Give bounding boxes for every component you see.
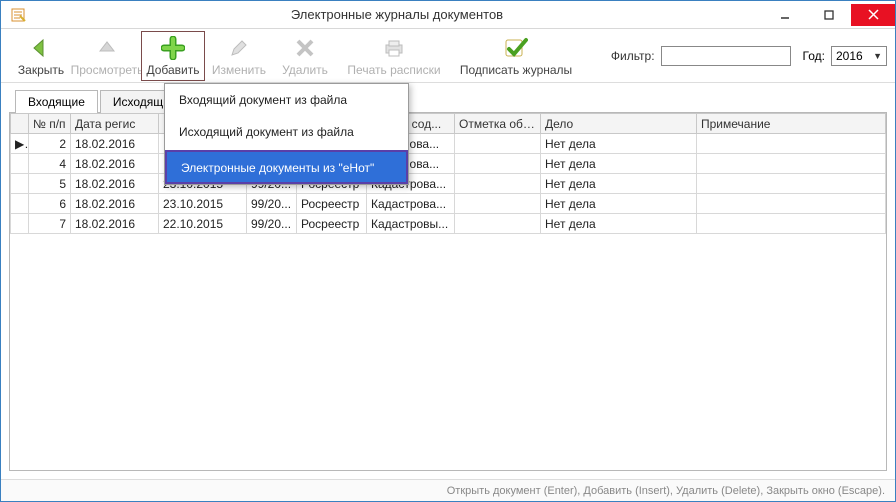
table-header-row: № п/п Дата регис раткое сод... Отметка о… <box>11 114 886 134</box>
add-button[interactable]: Добавить <box>141 31 205 81</box>
cell-note <box>697 214 886 234</box>
menu-item-incoming-from-file[interactable]: Входящий документ из файла <box>165 84 408 116</box>
cell-docdate: 22.10.2015 <box>159 214 247 234</box>
app-icon <box>7 7 31 23</box>
cell-regdate: 18.02.2016 <box>71 194 159 214</box>
cell-otm <box>455 154 541 174</box>
chevron-down-icon: ▼ <box>873 51 882 61</box>
cell-docdate: 23.10.2015 <box>159 194 247 214</box>
filter-label: Фильтр: <box>611 49 655 63</box>
table-row[interactable]: ▶218.02.2016адастрова...Нет дела <box>11 134 886 154</box>
cell-case: Нет дела <box>541 174 697 194</box>
cell-regdate: 18.02.2016 <box>71 134 159 154</box>
col-n[interactable]: № п/п <box>29 114 71 134</box>
delete-button: Удалить <box>273 31 337 81</box>
cell-note <box>697 154 886 174</box>
col-otm[interactable]: Отметка об ... <box>455 114 541 134</box>
row-marker <box>11 174 29 194</box>
cell-otm <box>455 174 541 194</box>
edit-label: Изменить <box>212 63 266 77</box>
row-marker: ▶ <box>11 134 29 154</box>
col-mark[interactable] <box>11 114 29 134</box>
table-row[interactable]: 718.02.201622.10.201599/20...РосреестрКа… <box>11 214 886 234</box>
table-row[interactable]: 418.02.2016адастрова...Нет дела <box>11 154 886 174</box>
toolbar: Закрыть Просмотреть Добавить Изменить Уд… <box>1 29 895 83</box>
cell-sender: Росреестр <box>297 194 367 214</box>
status-bar: Открыть документ (Enter), Добавить (Inse… <box>1 479 895 501</box>
cell-note <box>697 194 886 214</box>
menu-item-from-enot[interactable]: Электронные документы из "еНот" <box>165 150 408 184</box>
plus-icon <box>160 35 186 61</box>
print-button: Печать расписки <box>339 31 449 81</box>
title-bar: Электронные журналы документов <box>1 1 895 29</box>
filter-input[interactable] <box>661 46 791 66</box>
table-row[interactable]: 618.02.201623.10.201599/20...РосреестрКа… <box>11 194 886 214</box>
close-button[interactable]: Закрыть <box>9 31 73 81</box>
year-label: Год: <box>803 49 825 63</box>
cell-regdate: 18.02.2016 <box>71 174 159 194</box>
arrow-left-icon <box>28 35 54 61</box>
col-case[interactable]: Дело <box>541 114 697 134</box>
row-marker <box>11 214 29 234</box>
cell-num: 99/20... <box>247 194 297 214</box>
add-menu: Входящий документ из файла Исходящий док… <box>164 83 409 185</box>
view-button: Просмотреть <box>75 31 139 81</box>
year-value: 2016 <box>836 49 863 63</box>
print-label: Печать расписки <box>347 63 440 77</box>
table-row[interactable]: 518.02.201623.10.201599/20...РосреестрКа… <box>11 174 886 194</box>
cell-n: 2 <box>29 134 71 154</box>
menu-item-outgoing-from-file[interactable]: Исходящий документ из файла <box>165 116 408 148</box>
close-label: Закрыть <box>18 63 64 77</box>
cell-case: Нет дела <box>541 214 697 234</box>
check-icon <box>503 35 529 61</box>
col-note[interactable]: Примечание <box>697 114 886 134</box>
cell-note <box>697 174 886 194</box>
cell-num: 99/20... <box>247 214 297 234</box>
cell-n: 6 <box>29 194 71 214</box>
arrow-up-icon <box>94 35 120 61</box>
cell-sender: Росреестр <box>297 214 367 234</box>
cell-otm <box>455 194 541 214</box>
edit-button: Изменить <box>207 31 271 81</box>
printer-icon <box>381 35 407 61</box>
row-marker <box>11 194 29 214</box>
col-regdate[interactable]: Дата регис <box>71 114 159 134</box>
cell-regdate: 18.02.2016 <box>71 154 159 174</box>
cell-otm <box>455 134 541 154</box>
maximize-button[interactable] <box>807 4 851 26</box>
cell-regdate: 18.02.2016 <box>71 214 159 234</box>
close-window-button[interactable] <box>851 4 895 26</box>
cell-n: 7 <box>29 214 71 234</box>
pencil-icon <box>226 35 252 61</box>
row-marker <box>11 154 29 174</box>
cell-otm <box>455 214 541 234</box>
cell-n: 4 <box>29 154 71 174</box>
cell-summary: Кадастрова... <box>367 194 455 214</box>
year-select[interactable]: 2016 ▼ <box>831 46 887 66</box>
sign-label: Подписать журналы <box>460 63 572 77</box>
minimize-button[interactable] <box>763 4 807 26</box>
cell-summary: Кадастровы... <box>367 214 455 234</box>
cell-case: Нет дела <box>541 194 697 214</box>
tab-row: Входящие Исходящие <box>9 89 887 113</box>
delete-label: Удалить <box>282 63 328 77</box>
documents-table: № п/п Дата регис раткое сод... Отметка о… <box>10 113 886 234</box>
tab-incoming[interactable]: Входящие <box>15 90 98 113</box>
cell-case: Нет дела <box>541 154 697 174</box>
cell-case: Нет дела <box>541 134 697 154</box>
sign-button[interactable]: Подписать журналы <box>451 31 581 81</box>
window-title: Электронные журналы документов <box>31 7 763 22</box>
view-label: Просмотреть <box>71 63 144 77</box>
cell-note <box>697 134 886 154</box>
add-label: Добавить <box>146 63 199 77</box>
table-wrap: № п/п Дата регис раткое сод... Отметка о… <box>9 113 887 471</box>
x-icon <box>292 35 318 61</box>
cell-n: 5 <box>29 174 71 194</box>
